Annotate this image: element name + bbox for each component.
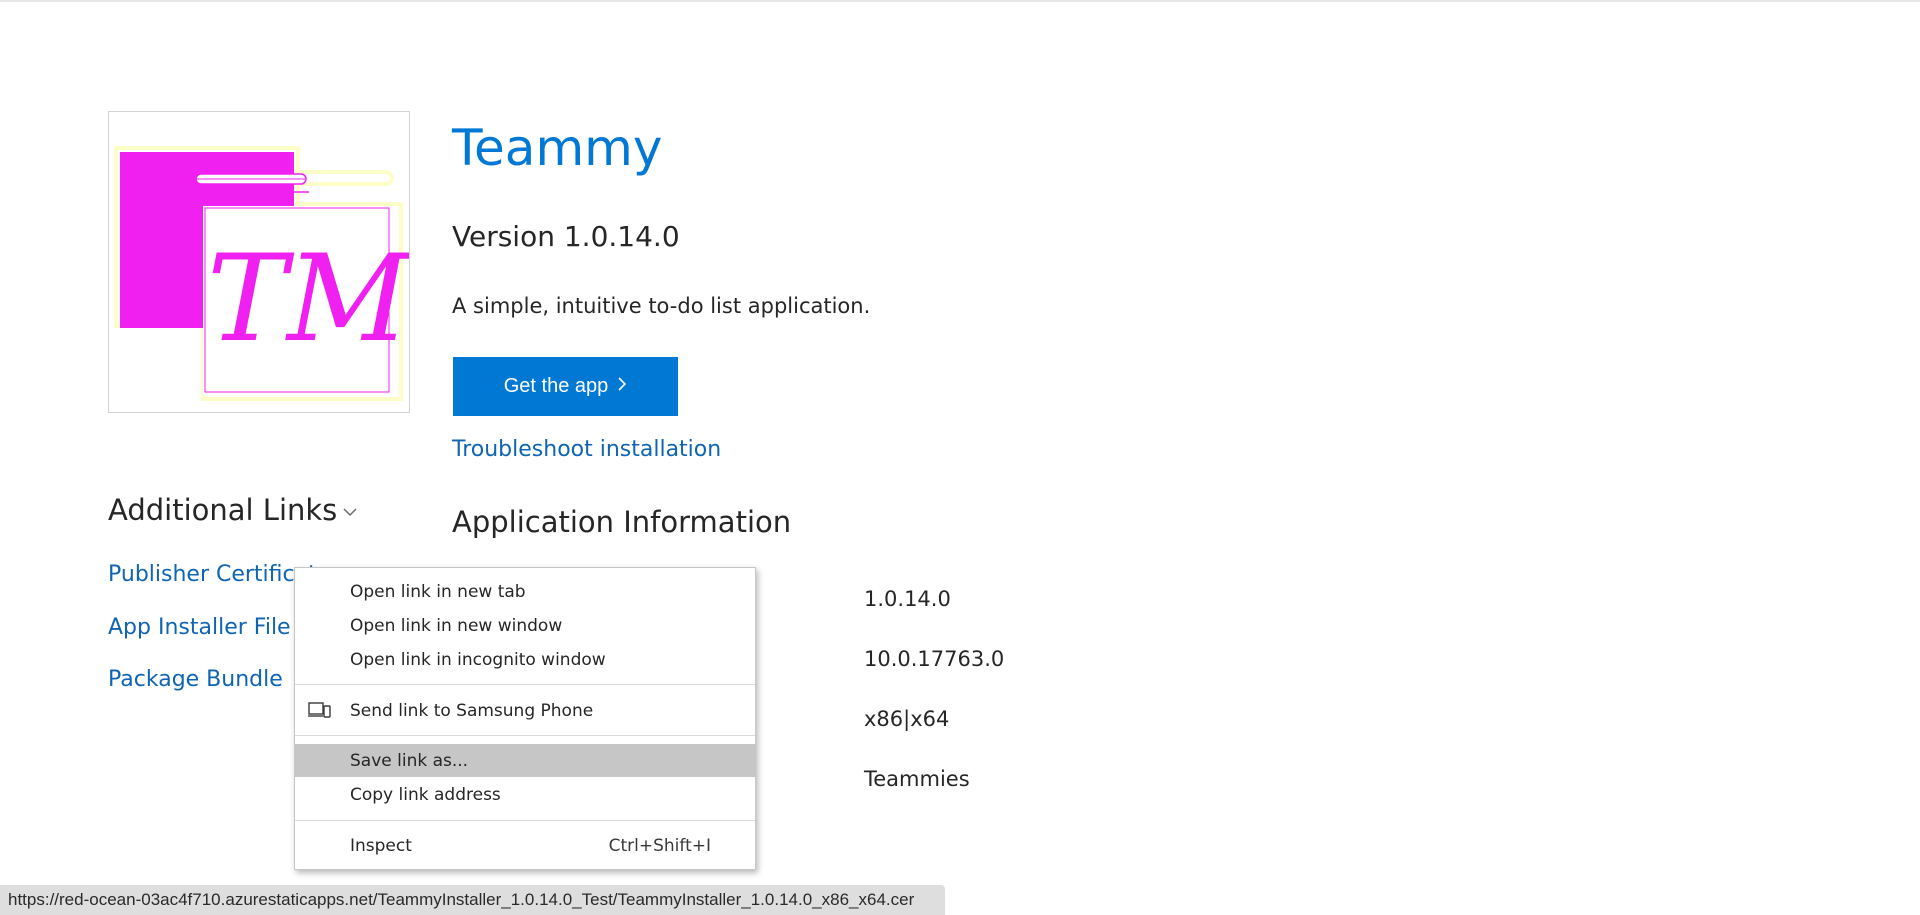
ctx-save-link-as[interactable]: Save link as... [295, 744, 755, 777]
ctx-item-label: Save link as... [350, 750, 469, 771]
package-bundle-link[interactable]: Package Bundle [108, 665, 283, 695]
app-logo-graphic: TM [114, 146, 409, 401]
additional-links-title: Additional Links [108, 493, 338, 527]
ctx-item-label: Open link in new tab [350, 581, 526, 602]
troubleshoot-installation-link[interactable]: Troubleshoot installation [452, 435, 721, 465]
ctx-item-label: Open link in incognito window [350, 649, 606, 670]
additional-links-heading[interactable]: Additional Links [108, 492, 357, 528]
ctx-separator [295, 735, 755, 736]
app-version: Version 1.0.14.0 [452, 220, 680, 253]
ctx-open-new-tab[interactable]: Open link in new tab [295, 575, 755, 608]
ctx-copy-link-address[interactable]: Copy link address [295, 778, 755, 811]
context-menu: Open link in new tab Open link in new wi… [294, 567, 756, 870]
chevron-right-icon [617, 376, 627, 397]
get-the-app-label: Get the app [503, 375, 609, 397]
app-logo: TM [108, 111, 410, 413]
devices-icon [308, 702, 332, 723]
ctx-separator [295, 684, 755, 685]
get-the-app-button[interactable]: Get the app [453, 357, 678, 416]
ctx-open-new-window[interactable]: Open link in new window [295, 609, 755, 642]
app-description: A simple, intuitive to-do list applicati… [452, 294, 871, 318]
status-bar-url: https://red-ocean-03ac4f710.azurestatica… [0, 885, 945, 915]
app-title: Teammy [452, 119, 663, 177]
ctx-separator [295, 820, 755, 821]
ctx-item-label: Inspect [350, 835, 412, 856]
ctx-item-label: Open link in new window [350, 615, 563, 636]
top-divider [0, 0, 1920, 2]
ctx-send-to-phone[interactable]: Send link to Samsung Phone [295, 694, 755, 727]
ctx-item-label: Copy link address [350, 784, 501, 805]
ctx-item-label: Send link to Samsung Phone [350, 700, 594, 721]
info-value-version: 1.0.14.0 [864, 587, 951, 611]
logo-text: TM [207, 230, 409, 369]
app-installer-file-link[interactable]: App Installer File [108, 613, 291, 643]
info-value-publisher: Teammies [864, 767, 970, 791]
ctx-open-incognito[interactable]: Open link in incognito window [295, 643, 755, 676]
info-value-min-os: 10.0.17763.0 [864, 647, 1005, 671]
info-value-architecture: x86|x64 [864, 707, 950, 731]
application-information-heading: Application Information [452, 505, 792, 539]
ctx-shortcut: Ctrl+Shift+I [608, 835, 711, 856]
publisher-certificate-link[interactable]: Publisher Certificat [108, 560, 317, 590]
ctx-inspect[interactable]: Inspect Ctrl+Shift+I [295, 829, 755, 862]
chevron-down-icon [343, 492, 357, 528]
